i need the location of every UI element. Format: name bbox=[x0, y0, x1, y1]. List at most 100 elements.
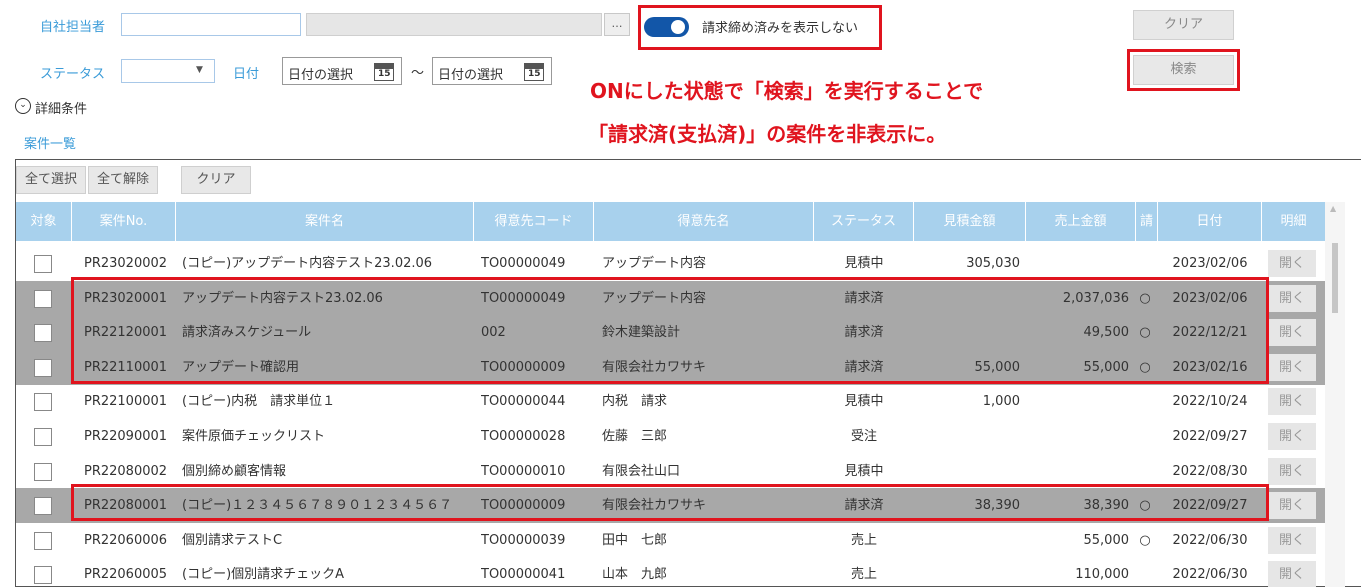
row-checkbox[interactable] bbox=[34, 255, 52, 273]
annotation-line-1: ONにした状態で「検索」を実行することで bbox=[590, 79, 984, 103]
table-row[interactable]: PR22100001 (コピー)内税 請求単位１ TO00000044 内税 請求 見積… bbox=[16, 384, 1325, 419]
column-header-date[interactable]: 日付 bbox=[1158, 202, 1262, 241]
billed-rows-highlight-2 bbox=[71, 484, 1269, 521]
cell-status: 受注 bbox=[850, 429, 877, 444]
cell-name: (コピー)アップデート内容テスト23.02.06 bbox=[182, 256, 433, 271]
cell-billed: ○ bbox=[1139, 532, 1151, 548]
cell-estimate bbox=[914, 523, 1020, 558]
row-checkbox[interactable] bbox=[34, 324, 52, 343]
table-row[interactable]: PR22060006 個別請求テストC TO00000039 田中 七郎 売上 55,00… bbox=[16, 523, 1325, 558]
toggle-knob bbox=[671, 20, 685, 34]
calendar-icon[interactable]: 15 bbox=[524, 63, 544, 81]
row-checkbox[interactable] bbox=[34, 289, 52, 308]
column-header-customer-name[interactable]: 得意先名 bbox=[594, 202, 814, 241]
open-detail-button[interactable]: 開く bbox=[1268, 284, 1316, 312]
assignee-code-input[interactable] bbox=[121, 13, 301, 36]
open-detail-button[interactable]: 開く bbox=[1268, 319, 1316, 347]
cell-date: 2022/06/30 bbox=[1172, 567, 1248, 583]
date-to-picker[interactable]: 日付の選択 15 bbox=[432, 57, 552, 85]
column-header-customer-code[interactable]: 得意先コード bbox=[474, 202, 594, 241]
search-button[interactable]: 検索 bbox=[1133, 55, 1234, 85]
row-checkbox[interactable] bbox=[34, 531, 52, 550]
cell-code: TO00000049 bbox=[481, 256, 566, 271]
cell-status: 見積中 bbox=[844, 256, 884, 271]
cell-code: TO00000039 bbox=[481, 532, 566, 548]
table-row[interactable]: PR23020002 (コピー)アップデート内容テスト23.02.06 TO0000… bbox=[16, 246, 1325, 281]
scroll-up-arrow-icon[interactable]: ▲ bbox=[1330, 204, 1336, 213]
cell-customer: 山本 九郎 bbox=[602, 567, 668, 583]
date-from-picker[interactable]: 日付の選択 15 bbox=[282, 57, 402, 85]
table-row[interactable]: PR22090001 案件原価チェックリスト TO00000028 佐藤 三郎 受注 20… bbox=[16, 419, 1325, 454]
cell-date: 2023/02/06 bbox=[1172, 256, 1248, 271]
row-checkbox[interactable] bbox=[34, 497, 52, 516]
cell-billed bbox=[1134, 246, 1156, 281]
date-to-placeholder: 日付の選択 bbox=[438, 68, 504, 83]
cell-name: (コピー)個別請求チェックA bbox=[182, 567, 345, 583]
cell-sales bbox=[1026, 419, 1129, 454]
column-header-billed[interactable]: 請 bbox=[1136, 202, 1158, 241]
open-detail-button[interactable]: 開く bbox=[1268, 353, 1316, 381]
cell-estimate bbox=[914, 419, 1020, 454]
assignee-name-field bbox=[306, 13, 602, 36]
row-checkbox[interactable] bbox=[34, 393, 52, 412]
chevron-down-circle-icon[interactable]: ⌄ bbox=[15, 98, 31, 114]
cell-billed bbox=[1134, 419, 1156, 454]
row-checkbox[interactable] bbox=[34, 462, 52, 481]
open-detail-button[interactable]: 開く bbox=[1268, 457, 1316, 485]
column-header-estimate[interactable]: 見積金額 bbox=[914, 202, 1026, 241]
clear-filters-button[interactable]: クリア bbox=[1133, 10, 1234, 40]
cell-code: TO00000041 bbox=[481, 567, 566, 583]
cell-sales bbox=[1026, 384, 1129, 419]
assignee-picker-button[interactable]: … bbox=[604, 13, 630, 36]
cell-estimate: 1,000 bbox=[982, 394, 1020, 410]
open-detail-button[interactable]: 開く bbox=[1268, 250, 1316, 277]
column-header-project-name[interactable]: 案件名 bbox=[176, 202, 474, 241]
unselect-all-button[interactable]: 全て解除 bbox=[88, 166, 158, 194]
open-detail-button[interactable]: 開く bbox=[1268, 492, 1316, 520]
detail-conditions-toggle[interactable]: 詳細条件 bbox=[35, 98, 87, 117]
open-detail-button[interactable]: 開く bbox=[1268, 388, 1316, 416]
cell-no: PR22100001 bbox=[84, 394, 168, 410]
column-header-sales[interactable]: 売上金額 bbox=[1026, 202, 1136, 241]
column-header-target[interactable]: 対象 bbox=[16, 202, 72, 241]
status-label: ステータス bbox=[40, 67, 106, 82]
row-checkbox[interactable] bbox=[34, 358, 52, 377]
cell-sales bbox=[1026, 246, 1129, 281]
cell-name: 個別請求テストC bbox=[182, 532, 283, 548]
table-row[interactable]: PR22060005 (コピー)個別請求チェックA TO00000041 山本 九郎 売… bbox=[16, 557, 1325, 587]
cell-customer: アップデート内容 bbox=[602, 256, 707, 271]
cell-date: 2022/09/27 bbox=[1172, 429, 1248, 444]
row-checkbox[interactable] bbox=[34, 566, 52, 585]
cell-billed bbox=[1134, 557, 1156, 587]
column-header-status[interactable]: ステータス bbox=[814, 202, 914, 241]
row-checkbox[interactable] bbox=[34, 428, 52, 446]
cell-estimate bbox=[914, 557, 1020, 587]
cell-customer: 佐藤 三郎 bbox=[602, 429, 668, 444]
clear-selection-button[interactable]: クリア bbox=[181, 166, 251, 194]
open-detail-button[interactable]: 開く bbox=[1268, 561, 1316, 587]
scroll-thumb[interactable] bbox=[1332, 243, 1338, 313]
list-title: 案件一覧 bbox=[24, 137, 77, 152]
cell-code: TO00000044 bbox=[481, 394, 566, 410]
billed-rows-highlight-1 bbox=[71, 277, 1269, 384]
cell-no: PR22060006 bbox=[84, 532, 168, 548]
cell-customer: 田中 七郎 bbox=[602, 532, 668, 548]
cell-name: (コピー)内税 請求単位１ bbox=[182, 394, 336, 410]
open-detail-button[interactable]: 開く bbox=[1268, 526, 1316, 554]
column-header-detail: 明細 bbox=[1280, 214, 1307, 229]
open-detail-button[interactable]: 開く bbox=[1268, 423, 1316, 450]
cell-customer: 内税 請求 bbox=[602, 394, 668, 410]
column-header-project-no[interactable]: 案件No. bbox=[72, 202, 176, 241]
hide-billed-toggle-label: 請求締め済みを表示しない bbox=[702, 21, 859, 36]
cell-status: 見積中 bbox=[844, 394, 884, 410]
calendar-icon[interactable]: 15 bbox=[374, 63, 394, 81]
date-label: 日付 bbox=[233, 67, 260, 82]
date-range-separator: ～ bbox=[411, 66, 425, 81]
cell-no: PR23020002 bbox=[84, 256, 168, 271]
cell-billed bbox=[1134, 384, 1156, 419]
assignee-label: 自社担当者 bbox=[40, 20, 106, 35]
cell-sales: 110,000 bbox=[1075, 567, 1129, 583]
cell-name: 案件原価チェックリスト bbox=[182, 429, 326, 444]
cell-date: 2022/10/24 bbox=[1172, 394, 1248, 410]
select-all-button[interactable]: 全て選択 bbox=[16, 166, 86, 194]
